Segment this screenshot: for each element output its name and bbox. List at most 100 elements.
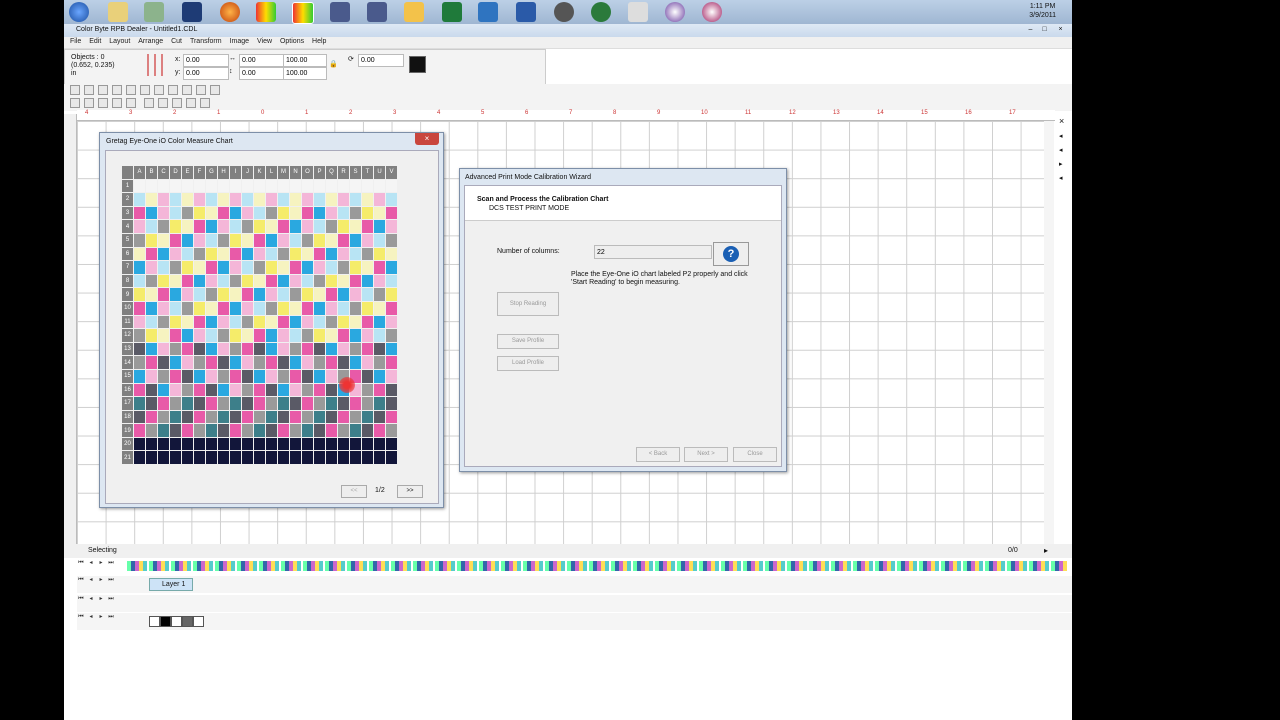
copy-icon[interactable] — [140, 85, 150, 95]
anchor-grid-icon[interactable] — [147, 54, 167, 76]
panel-arrow-icon-3[interactable]: ▸ — [1059, 160, 1063, 168]
disc-icon[interactable] — [554, 2, 574, 22]
width-input[interactable] — [239, 54, 285, 67]
chart-close-button[interactable]: × — [415, 133, 439, 145]
paste-icon[interactable] — [154, 85, 164, 95]
skype-icon[interactable] — [478, 2, 498, 22]
fill-swatch[interactable] — [409, 56, 426, 73]
load-profile-button[interactable]: Load Profile — [497, 356, 559, 371]
menu-image[interactable]: Image — [230, 38, 249, 45]
close-wizard-button[interactable]: Close — [733, 447, 777, 462]
maximize-button[interactable]: □ — [1039, 25, 1050, 34]
cut-icon[interactable] — [126, 85, 136, 95]
swatch-strip[interactable] — [127, 561, 1067, 571]
firefox-icon[interactable] — [220, 2, 240, 22]
open-icon[interactable] — [84, 85, 94, 95]
calibration-wizard-window[interactable]: Advanced Print Mode Calibration Wizard S… — [459, 168, 787, 472]
save-icon[interactable] — [98, 85, 108, 95]
outline-next-icon[interactable]: ▸ — [97, 613, 105, 622]
panel-arrow-icon-1[interactable]: ◂ — [1059, 132, 1063, 140]
swatch-black[interactable] — [160, 616, 171, 627]
layer-prev-icon[interactable]: ◂ — [87, 576, 95, 585]
word-icon[interactable] — [516, 2, 536, 22]
palette-next-icon[interactable]: ▸ — [97, 559, 105, 568]
tool-icon[interactable] — [628, 2, 648, 22]
back-button[interactable]: < Back — [636, 447, 680, 462]
colorbyte-icon[interactable] — [256, 2, 276, 22]
palette-last-icon[interactable]: ⏭ — [107, 559, 115, 568]
layer-tab[interactable]: Layer 1 — [149, 578, 193, 591]
rotation-input[interactable] — [358, 54, 404, 67]
chart-prev-button[interactable]: << — [341, 485, 367, 498]
palette-prev-icon[interactable]: ◂ — [87, 559, 95, 568]
jp2-icon[interactable] — [367, 2, 387, 22]
menu-edit[interactable]: Edit — [89, 38, 101, 45]
menu-options[interactable]: Options — [280, 38, 304, 45]
media-icon[interactable] — [665, 2, 685, 22]
stop-reading-button[interactable]: Stop Reading — [497, 292, 559, 316]
fill-prev-icon[interactable]: ◂ — [87, 595, 95, 604]
fill-last-icon[interactable]: ⏭ — [107, 595, 115, 604]
grid-icon[interactable] — [98, 98, 108, 108]
help-button[interactable]: ? — [713, 242, 749, 266]
menu-layout[interactable]: Layout — [109, 38, 130, 45]
page-next-icon[interactable]: ▸ — [1044, 546, 1048, 555]
fill-next-icon[interactable]: ▸ — [97, 595, 105, 604]
panel-arrow-icon-4[interactable]: ◂ — [1059, 174, 1063, 182]
outline-prev-icon[interactable]: ◂ — [87, 613, 95, 622]
color-chart-window[interactable]: Gretag Eye-One iO Color Measure Chart × … — [99, 132, 444, 508]
order-icon[interactable] — [200, 98, 210, 108]
next-button[interactable]: Next > — [684, 447, 728, 462]
save-profile-button[interactable]: Save Profile — [497, 334, 559, 349]
menu-cut[interactable]: Cut — [171, 38, 182, 45]
excel-icon[interactable] — [442, 2, 462, 22]
layer-first-icon[interactable]: ⏮ — [77, 576, 85, 585]
knife-icon[interactable] — [112, 98, 122, 108]
layer-next-icon[interactable]: ▸ — [97, 576, 105, 585]
panel-close-icon[interactable]: × — [1059, 116, 1064, 126]
new-icon[interactable] — [70, 85, 80, 95]
print-icon[interactable] — [112, 85, 122, 95]
redo-icon[interactable] — [182, 85, 192, 95]
select-icon[interactable] — [70, 98, 80, 108]
outline-last-icon[interactable]: ⏭ — [107, 613, 115, 622]
swatch-white[interactable] — [171, 616, 182, 627]
photoshop-icon[interactable] — [182, 2, 202, 22]
menu-view[interactable]: View — [257, 38, 272, 45]
lock-icon[interactable]: 🔒 — [329, 60, 338, 68]
colorbyte-active-icon[interactable] — [292, 2, 314, 24]
menu-arrange[interactable]: Arrange — [138, 38, 163, 45]
group-icon[interactable] — [158, 98, 168, 108]
undo-icon[interactable] — [168, 85, 178, 95]
image-icon[interactable] — [210, 85, 220, 95]
folder-icon[interactable] — [404, 2, 424, 22]
columns-input[interactable] — [594, 245, 712, 259]
start-button-icon[interactable] — [69, 2, 89, 22]
chart-next-button[interactable]: >> — [397, 485, 423, 498]
node-icon[interactable] — [84, 98, 94, 108]
folder-icon[interactable] — [196, 85, 206, 95]
vertical-scrollbar[interactable] — [1044, 121, 1054, 553]
ungroup-icon[interactable] — [172, 98, 182, 108]
swatch-gray[interactable] — [182, 616, 193, 627]
menu-transform[interactable]: Transform — [190, 38, 222, 45]
scissors-icon[interactable] — [126, 98, 136, 108]
swatch-white-2[interactable] — [193, 616, 204, 627]
minimize-button[interactable]: – — [1025, 25, 1036, 34]
menu-file[interactable]: File — [70, 38, 81, 45]
height-input[interactable] — [239, 67, 285, 80]
fill-first-icon[interactable]: ⏮ — [77, 595, 85, 604]
app-icon[interactable] — [144, 2, 164, 22]
clock[interactable]: 1:11 PM 3/9/2011 — [1029, 2, 1056, 20]
panel-arrow-icon-2[interactable]: ◂ — [1059, 146, 1063, 154]
palette-first-icon[interactable]: ⏮ — [77, 559, 85, 568]
weld-icon[interactable] — [186, 98, 196, 108]
width-percent-input[interactable] — [283, 54, 327, 67]
jp-icon[interactable] — [330, 2, 350, 22]
x-input[interactable] — [183, 54, 229, 67]
align-icon[interactable] — [144, 98, 154, 108]
menu-help[interactable]: Help — [312, 38, 326, 45]
swatch-none[interactable] — [149, 616, 160, 627]
layer-last-icon[interactable]: ⏭ — [107, 576, 115, 585]
media2-icon[interactable] — [702, 2, 722, 22]
